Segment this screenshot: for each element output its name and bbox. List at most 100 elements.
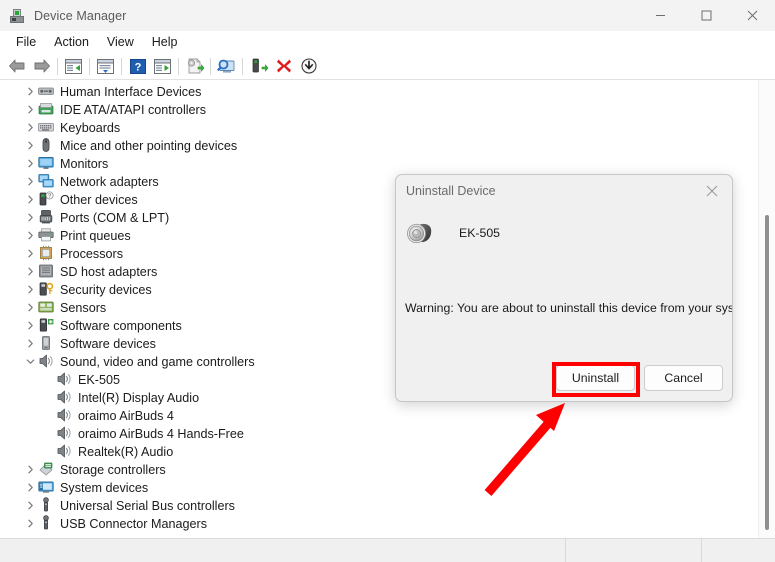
scan-for-hardware-changes-icon[interactable] (214, 54, 239, 78)
toolbar-separator (121, 57, 122, 75)
tree-item-label: Intel(R) Display Audio (78, 390, 200, 405)
tree-item-usb-connector-managers[interactable]: USB Connector Managers (0, 514, 758, 532)
uninstall-button[interactable]: Uninstall (556, 365, 635, 391)
tree-item-system-devices[interactable]: System devices (0, 478, 758, 496)
menu-item-view[interactable]: View (98, 33, 143, 51)
processor-icon (38, 245, 54, 261)
tree-item-label: Software components (60, 318, 182, 333)
chevron-right-icon[interactable] (22, 249, 38, 258)
toolbar-separator (210, 57, 211, 75)
chevron-right-icon[interactable] (22, 159, 38, 168)
tree-item-label: IDE ATA/ATAPI controllers (60, 102, 207, 117)
chevron-down-icon[interactable] (22, 357, 38, 366)
ide-controller-icon (38, 101, 54, 117)
usb-icon (38, 515, 54, 531)
chevron-right-icon[interactable] (22, 519, 38, 528)
tree-item-monitors[interactable]: Monitors (0, 154, 758, 172)
tree-item-human-interface-devices[interactable]: Human Interface Devices (0, 82, 758, 100)
software-device-icon (38, 335, 54, 351)
dialog-title: Uninstall Device (406, 184, 496, 198)
window-controls (637, 0, 775, 31)
port-icon (38, 209, 54, 225)
speaker-icon (56, 371, 72, 387)
toolbar-separator (242, 57, 243, 75)
tree-item-label: Processors (60, 246, 123, 261)
tree-item-label: Keyboards (60, 120, 121, 135)
forward-icon[interactable] (29, 54, 54, 78)
menu-item-action[interactable]: Action (45, 33, 98, 51)
chevron-right-icon[interactable] (22, 87, 38, 96)
tree-item-label: SD host adapters (60, 264, 158, 279)
chevron-right-icon[interactable] (22, 177, 38, 186)
maximize-icon[interactable] (683, 0, 729, 31)
chevron-right-icon[interactable] (22, 483, 38, 492)
chevron-right-icon[interactable] (22, 303, 38, 312)
tree-item-storage-controllers[interactable]: Storage controllers (0, 460, 758, 478)
device-manager-icon (9, 8, 25, 24)
chevron-right-icon[interactable] (22, 501, 38, 510)
statusbar-cell-3 (702, 539, 775, 562)
update-driver-icon[interactable] (182, 54, 207, 78)
svg-text:?: ? (48, 194, 51, 200)
toolbar-separator (57, 57, 58, 75)
monitor-icon (38, 155, 54, 171)
chevron-right-icon[interactable] (22, 231, 38, 240)
close-icon[interactable] (692, 175, 732, 207)
show-hide-console-tree-icon[interactable] (61, 54, 86, 78)
keyboard-icon (38, 119, 54, 135)
help-icon[interactable]: ? (125, 54, 150, 78)
toolbar: ? (0, 53, 775, 80)
device-manager-window: Device Manager File Action View Help ? H… (0, 0, 775, 562)
hid-icon (38, 83, 54, 99)
close-icon[interactable] (729, 0, 775, 31)
uninstall-device-icon[interactable] (271, 54, 296, 78)
network-adapter-icon (38, 173, 54, 189)
tree-item-universal-serial-bus-controllers[interactable]: Universal Serial Bus controllers (0, 496, 758, 514)
speaker-icon (38, 353, 54, 369)
tree-item-label: Ports (COM & LPT) (60, 210, 170, 225)
chevron-right-icon[interactable] (22, 285, 38, 294)
sd-host-adapter-icon (38, 263, 54, 279)
scrollbar-thumb[interactable] (765, 215, 769, 530)
tree-item-oraimo-airbuds-4[interactable]: oraimo AirBuds 4 (0, 406, 758, 424)
statusbar (0, 538, 775, 562)
cancel-button[interactable]: Cancel (644, 365, 723, 391)
vertical-scrollbar[interactable] (758, 80, 775, 539)
properties-icon[interactable] (93, 54, 118, 78)
uninstall-device-dialog: Uninstall Device EK-505 Warning: You are… (395, 174, 733, 402)
tree-item-mice-and-other-pointing-devices[interactable]: Mice and other pointing devices (0, 136, 758, 154)
speaker-icon (56, 425, 72, 441)
chevron-right-icon[interactable] (22, 195, 38, 204)
tree-item-ide-ata-atapi-controllers[interactable]: IDE ATA/ATAPI controllers (0, 100, 758, 118)
tree-item-oraimo-airbuds-4-hands-free[interactable]: oraimo AirBuds 4 Hands-Free (0, 424, 758, 442)
chevron-right-icon[interactable] (22, 141, 38, 150)
dialog-body: EK-505 Warning: You are about to uninsta… (396, 207, 732, 401)
enable-device-icon[interactable] (246, 54, 271, 78)
chevron-right-icon[interactable] (22, 213, 38, 222)
tree-item-label: oraimo AirBuds 4 Hands-Free (78, 426, 244, 441)
tree-item-realtek-r-audio[interactable]: Realtek(R) Audio (0, 442, 758, 460)
svg-text:?: ? (134, 61, 141, 73)
back-icon[interactable] (4, 54, 29, 78)
tree-item-label: Security devices (60, 282, 152, 297)
tree-item-label: USB Connector Managers (60, 516, 207, 531)
chevron-right-icon[interactable] (22, 339, 38, 348)
chevron-right-icon[interactable] (22, 105, 38, 114)
tree-item-label: oraimo AirBuds 4 (78, 408, 174, 423)
menu-item-file[interactable]: File (7, 33, 45, 51)
show-hide-action-pane-icon[interactable] (150, 54, 175, 78)
tree-item-keyboards[interactable]: Keyboards (0, 118, 758, 136)
tree-item-label: System devices (60, 480, 149, 495)
mouse-icon (38, 137, 54, 153)
chevron-right-icon[interactable] (22, 267, 38, 276)
tree-item-label: Mice and other pointing devices (60, 138, 238, 153)
chevron-right-icon[interactable] (22, 465, 38, 474)
chevron-right-icon[interactable] (22, 123, 38, 132)
menu-item-help[interactable]: Help (143, 33, 187, 51)
disable-device-icon[interactable] (296, 54, 321, 78)
chevron-right-icon[interactable] (22, 321, 38, 330)
tree-item-label: Storage controllers (60, 462, 166, 477)
dialog-button-row: Uninstall Cancel (556, 365, 723, 391)
minimize-icon[interactable] (637, 0, 683, 31)
speaker-icon (56, 443, 72, 459)
